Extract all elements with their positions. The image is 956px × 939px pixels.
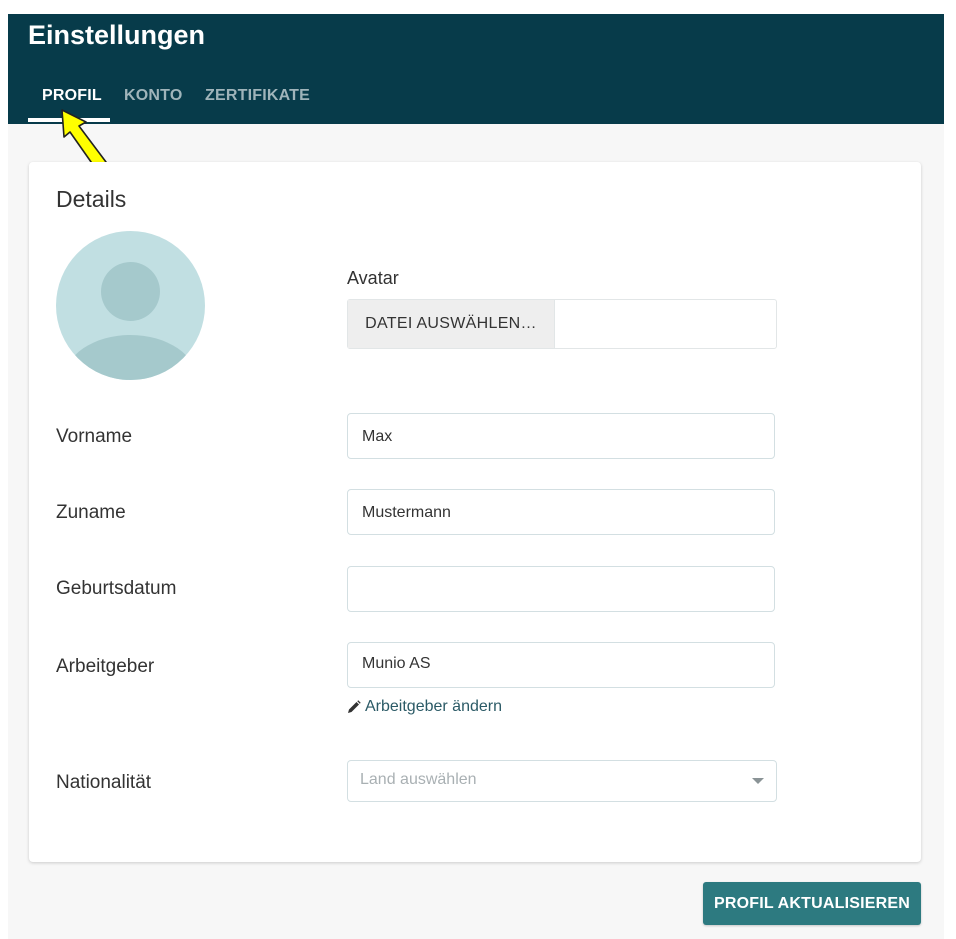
vorname-input[interactable]: Max bbox=[347, 413, 775, 459]
arbeitgeber-value: Munio AS bbox=[362, 655, 431, 672]
change-employer-text: Arbeitgeber ändern bbox=[365, 698, 502, 715]
details-title: Details bbox=[56, 186, 127, 212]
arbeitgeber-input[interactable]: Munio AS bbox=[347, 642, 775, 688]
pencil-icon bbox=[348, 700, 361, 713]
nationalitaet-label: Nationalität bbox=[56, 772, 152, 793]
page-title: Einstellungen bbox=[28, 20, 206, 50]
avatar-file-input[interactable]: DATEI AUSWÄHLEN… bbox=[347, 299, 777, 349]
zuname-input[interactable]: Mustermann bbox=[347, 489, 775, 535]
tab-zertifikate[interactable]: ZERTIFIKATE bbox=[205, 87, 310, 105]
nationalitaet-placeholder: Land auswählen bbox=[360, 771, 477, 788]
avatar-body bbox=[64, 335, 197, 380]
nationalitaet-select[interactable]: Land auswählen bbox=[347, 760, 777, 802]
details-card: Details Avatar DATEI AUSWÄHLEN… Vorname … bbox=[29, 162, 921, 862]
tab-profil[interactable]: PROFIL bbox=[42, 87, 102, 105]
geburtsdatum-label: Geburtsdatum bbox=[56, 578, 177, 599]
vorname-label: Vorname bbox=[56, 426, 133, 447]
change-employer-link[interactable]: Arbeitgeber ändern bbox=[347, 698, 502, 716]
update-profile-button[interactable]: PROFIL AKTUALISIEREN bbox=[703, 882, 921, 925]
avatar-label: Avatar bbox=[347, 268, 399, 288]
zuname-label: Zuname bbox=[56, 502, 126, 523]
choose-file-button[interactable]: DATEI AUSWÄHLEN… bbox=[348, 300, 555, 348]
vorname-value: Max bbox=[362, 428, 393, 445]
tab-konto[interactable]: KONTO bbox=[124, 87, 182, 105]
caret-down-icon bbox=[752, 778, 764, 784]
settings-header: Einstellungen PROFIL KONTO ZERTIFIKATE bbox=[8, 14, 944, 124]
geburtsdatum-input[interactable] bbox=[347, 566, 775, 612]
arbeitgeber-label: Arbeitgeber bbox=[56, 656, 155, 677]
avatar-placeholder-icon bbox=[56, 231, 205, 380]
avatar-head bbox=[101, 262, 160, 321]
zuname-value: Mustermann bbox=[362, 504, 451, 521]
